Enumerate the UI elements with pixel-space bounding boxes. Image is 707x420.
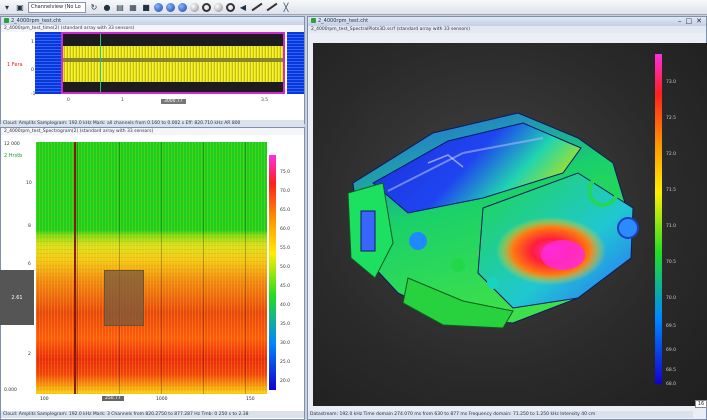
overview-right xyxy=(287,32,304,94)
channel-label: 1 Fera xyxy=(7,62,23,68)
waveform-band xyxy=(63,46,283,82)
colorbar-tick: 69.0 xyxy=(666,348,677,353)
refresh-icon[interactable]: ↻ xyxy=(89,2,99,12)
sphere-view-icon[interactable] xyxy=(154,2,163,12)
line-tool-icon[interactable] xyxy=(266,2,278,12)
x-tick: 150 xyxy=(246,397,255,402)
spectrogram[interactable] xyxy=(36,142,267,394)
colorbar-tick: 68.0 xyxy=(666,382,677,387)
x-tick: 100 xyxy=(40,397,49,402)
colorbar-tick: 71.0 xyxy=(666,224,677,229)
colorbar-tick: 20.0 xyxy=(280,379,291,384)
toolbar: ▾ ▣ Channelview (No Lo ↻ ● ▤ ▦ ■ ◀ ╳ xyxy=(0,0,707,15)
sphere-grey-icon[interactable] xyxy=(214,2,223,12)
colorbar-tick: 75.0 xyxy=(280,170,291,175)
colorbar-tick: 68.5 xyxy=(666,368,677,373)
time-plot[interactable]: 1 Fera 1 0 -1 0 1 3000.77 3.5 xyxy=(1,32,304,120)
spectrogram-colorbar xyxy=(269,155,276,390)
y-tick: 0.000 xyxy=(4,388,17,393)
speaker-icon[interactable]: ◀ xyxy=(238,2,248,12)
colorbar-tick: 35.0 xyxy=(280,322,291,327)
cross-icon[interactable]: ╳ xyxy=(281,2,291,12)
ring-icon[interactable] xyxy=(226,2,235,12)
y-cursor-value: 2.61 xyxy=(0,270,34,325)
colorbar-tick: 40.0 xyxy=(280,303,291,308)
3d-status: Datastream: 192.0 kHz Time domain 274.07… xyxy=(308,411,693,418)
overview-left xyxy=(35,32,61,94)
colorbar-tick: 70.5 xyxy=(666,260,677,265)
colorbar-tick: 60.0 xyxy=(280,227,291,232)
x-tick: 3.5 xyxy=(261,98,269,103)
colorbar-tick: 72.5 xyxy=(666,116,677,121)
spectrogram-colorbar-ticks: 75.0 70.0 65.0 60.0 55.0 50.0 45.0 40.0 … xyxy=(280,150,304,395)
3d-view[interactable] xyxy=(313,43,707,406)
y-tick: 0 xyxy=(31,68,34,73)
waveform-core xyxy=(63,58,283,62)
colorbar-tick: 70.0 xyxy=(666,296,677,301)
y-tick: 2 xyxy=(28,352,31,357)
x-tick: 1 xyxy=(121,98,124,103)
colorbar-tick: 25.0 xyxy=(280,360,291,365)
x-tick: 0 xyxy=(67,98,70,103)
colorbar-tick: 30.0 xyxy=(280,341,291,346)
dropdown-arrow-icon[interactable]: ▾ xyxy=(2,2,12,12)
colorbar-tick: 45.0 xyxy=(280,284,291,289)
x-cursor-value: 250.77 xyxy=(102,396,124,401)
selection-box[interactable] xyxy=(104,270,144,326)
sphere-dark-icon[interactable] xyxy=(178,2,187,12)
colorbar-tick: 69.5 xyxy=(666,324,677,329)
colorbar-tick: 72.0 xyxy=(666,152,677,157)
view-select[interactable]: Channelview (No Lo xyxy=(28,1,86,13)
circle-icon[interactable] xyxy=(202,2,211,12)
cursor-line[interactable] xyxy=(74,142,76,394)
spectrogram-status: Cloud: Amplits Samplegram: 192.0 kHz Mar… xyxy=(1,411,304,418)
3d-colorbar xyxy=(655,54,662,384)
grid-icon[interactable]: ▦ xyxy=(128,2,138,12)
3d-colorbar-ticks: 73.0 72.5 72.0 71.5 71.0 70.5 70.0 69.5 … xyxy=(666,50,696,390)
window-controls: – □ ✕ xyxy=(678,17,702,26)
y-tick: 1 xyxy=(31,40,34,45)
fill-icon[interactable]: ■ xyxy=(141,2,151,12)
y-tick: 8 xyxy=(28,224,31,229)
3d-subtitle: 2_4000rpm_test_SpectralPlots3D.ssrf (sta… xyxy=(308,26,706,33)
chart-icon[interactable]: ▤ xyxy=(115,2,125,12)
time-subtitle: 2_4000rpm_test_time(2) (standard array w… xyxy=(1,25,304,32)
maximize-icon[interactable]: □ xyxy=(686,17,693,26)
pen-icon[interactable] xyxy=(251,2,263,12)
panel-title: 2_4000rpm_test.cht xyxy=(308,17,706,26)
colorbar-tick: 70.0 xyxy=(280,189,291,194)
close-icon[interactable]: ✕ xyxy=(696,17,702,26)
record-icon[interactable]: ● xyxy=(102,2,112,12)
colorbar-tick: 65.0 xyxy=(280,208,291,213)
spectrogram-grid xyxy=(36,142,267,394)
y-tick: 10 xyxy=(26,181,32,186)
x-tick: 1000 xyxy=(156,397,168,402)
cursor-value: 3000.77 xyxy=(161,99,186,104)
time-axis: 0 1 3000.77 3.5 xyxy=(61,96,285,106)
sphere-light-icon[interactable] xyxy=(190,2,199,12)
y-tick: 12 000 xyxy=(4,142,20,147)
file-icon xyxy=(311,18,316,23)
minimize-icon[interactable]: – xyxy=(678,17,682,26)
time-status: Cloud: Amplits Samplegram: 192.0 kHz Mar… xyxy=(1,120,304,127)
cursor-line[interactable] xyxy=(100,34,101,92)
zoom-field[interactable]: 16 xyxy=(695,400,707,408)
sphere-blue-icon[interactable] xyxy=(166,2,175,12)
y-tick: 6 xyxy=(28,262,31,267)
colorbar-tick: 71.5 xyxy=(666,188,677,193)
colorbar-tick: 50.0 xyxy=(280,265,291,270)
colorbar-tick: 55.0 xyxy=(280,246,291,251)
engine-model[interactable] xyxy=(313,43,707,406)
waveform[interactable] xyxy=(61,32,285,94)
save-icon[interactable]: ▣ xyxy=(15,2,25,12)
colorbar-tick: 73.0 xyxy=(666,80,677,85)
spectrogram-x-axis: 100 250.77 1000 150 xyxy=(36,396,267,404)
file-icon xyxy=(4,18,9,23)
spectrogram-channel: 2 Hrstb xyxy=(4,153,23,159)
spectrogram-subtitle: 2_4000rpm_test_Spectrogram(2) (standard … xyxy=(1,128,304,135)
